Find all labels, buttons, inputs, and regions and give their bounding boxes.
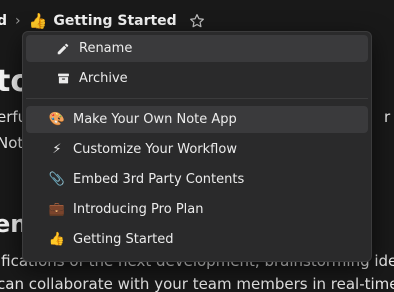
thumbs-up-icon: 👍: [28, 12, 48, 30]
page-link-make-your-own-note-app[interactable]: 🎨 Make Your Own Note App: [26, 106, 368, 133]
palette-icon: 🎨: [48, 112, 66, 127]
archive-box-icon: [55, 71, 71, 87]
breadcrumb-separator: ›: [15, 13, 21, 29]
body-text-line: r: [384, 108, 391, 126]
page-link-getting-started[interactable]: 👍 Getting Started: [26, 226, 368, 253]
menu-divider: [26, 98, 368, 99]
paperclip-icon: 📎: [48, 172, 66, 187]
body-text-line: can collaborate with your team members i…: [0, 275, 394, 292]
breadcrumb: d › 👍 Getting Started: [0, 9, 205, 33]
page-link-label: Make Your Own Note App: [73, 112, 237, 127]
page-link-label: Getting Started: [73, 232, 174, 247]
star-icon[interactable]: [189, 13, 205, 29]
thumbs-up-icon: 👍: [48, 232, 66, 247]
archive-menu-item[interactable]: Archive: [26, 65, 368, 92]
rename-menu-item[interactable]: Rename: [26, 35, 368, 62]
breadcrumb-current-title[interactable]: Getting Started: [53, 13, 176, 29]
page-options-dropdown: Rename Archive 🎨 Make Your Own Note App …: [22, 31, 372, 262]
archive-label: Archive: [79, 71, 128, 86]
pencil-icon: [55, 41, 71, 57]
lightning-icon: ⚡: [52, 142, 62, 157]
page-link-customize-your-workflow[interactable]: ⚡ Customize Your Workflow: [26, 136, 368, 163]
breadcrumb-previous[interactable]: d: [0, 13, 7, 29]
app-page: to erfu r Note en ifications of the next…: [0, 0, 394, 292]
page-link-label: Customize Your Workflow: [73, 142, 237, 157]
page-link-embed-3rd-party-contents[interactable]: 📎 Embed 3rd Party Contents: [26, 166, 368, 193]
page-link-label: Embed 3rd Party Contents: [73, 172, 245, 187]
page-link-introducing-pro-plan[interactable]: 💼 Introducing Pro Plan: [26, 196, 368, 223]
page-link-label: Introducing Pro Plan: [73, 202, 204, 217]
rename-label: Rename: [79, 41, 133, 56]
briefcase-icon: 💼: [48, 202, 66, 217]
